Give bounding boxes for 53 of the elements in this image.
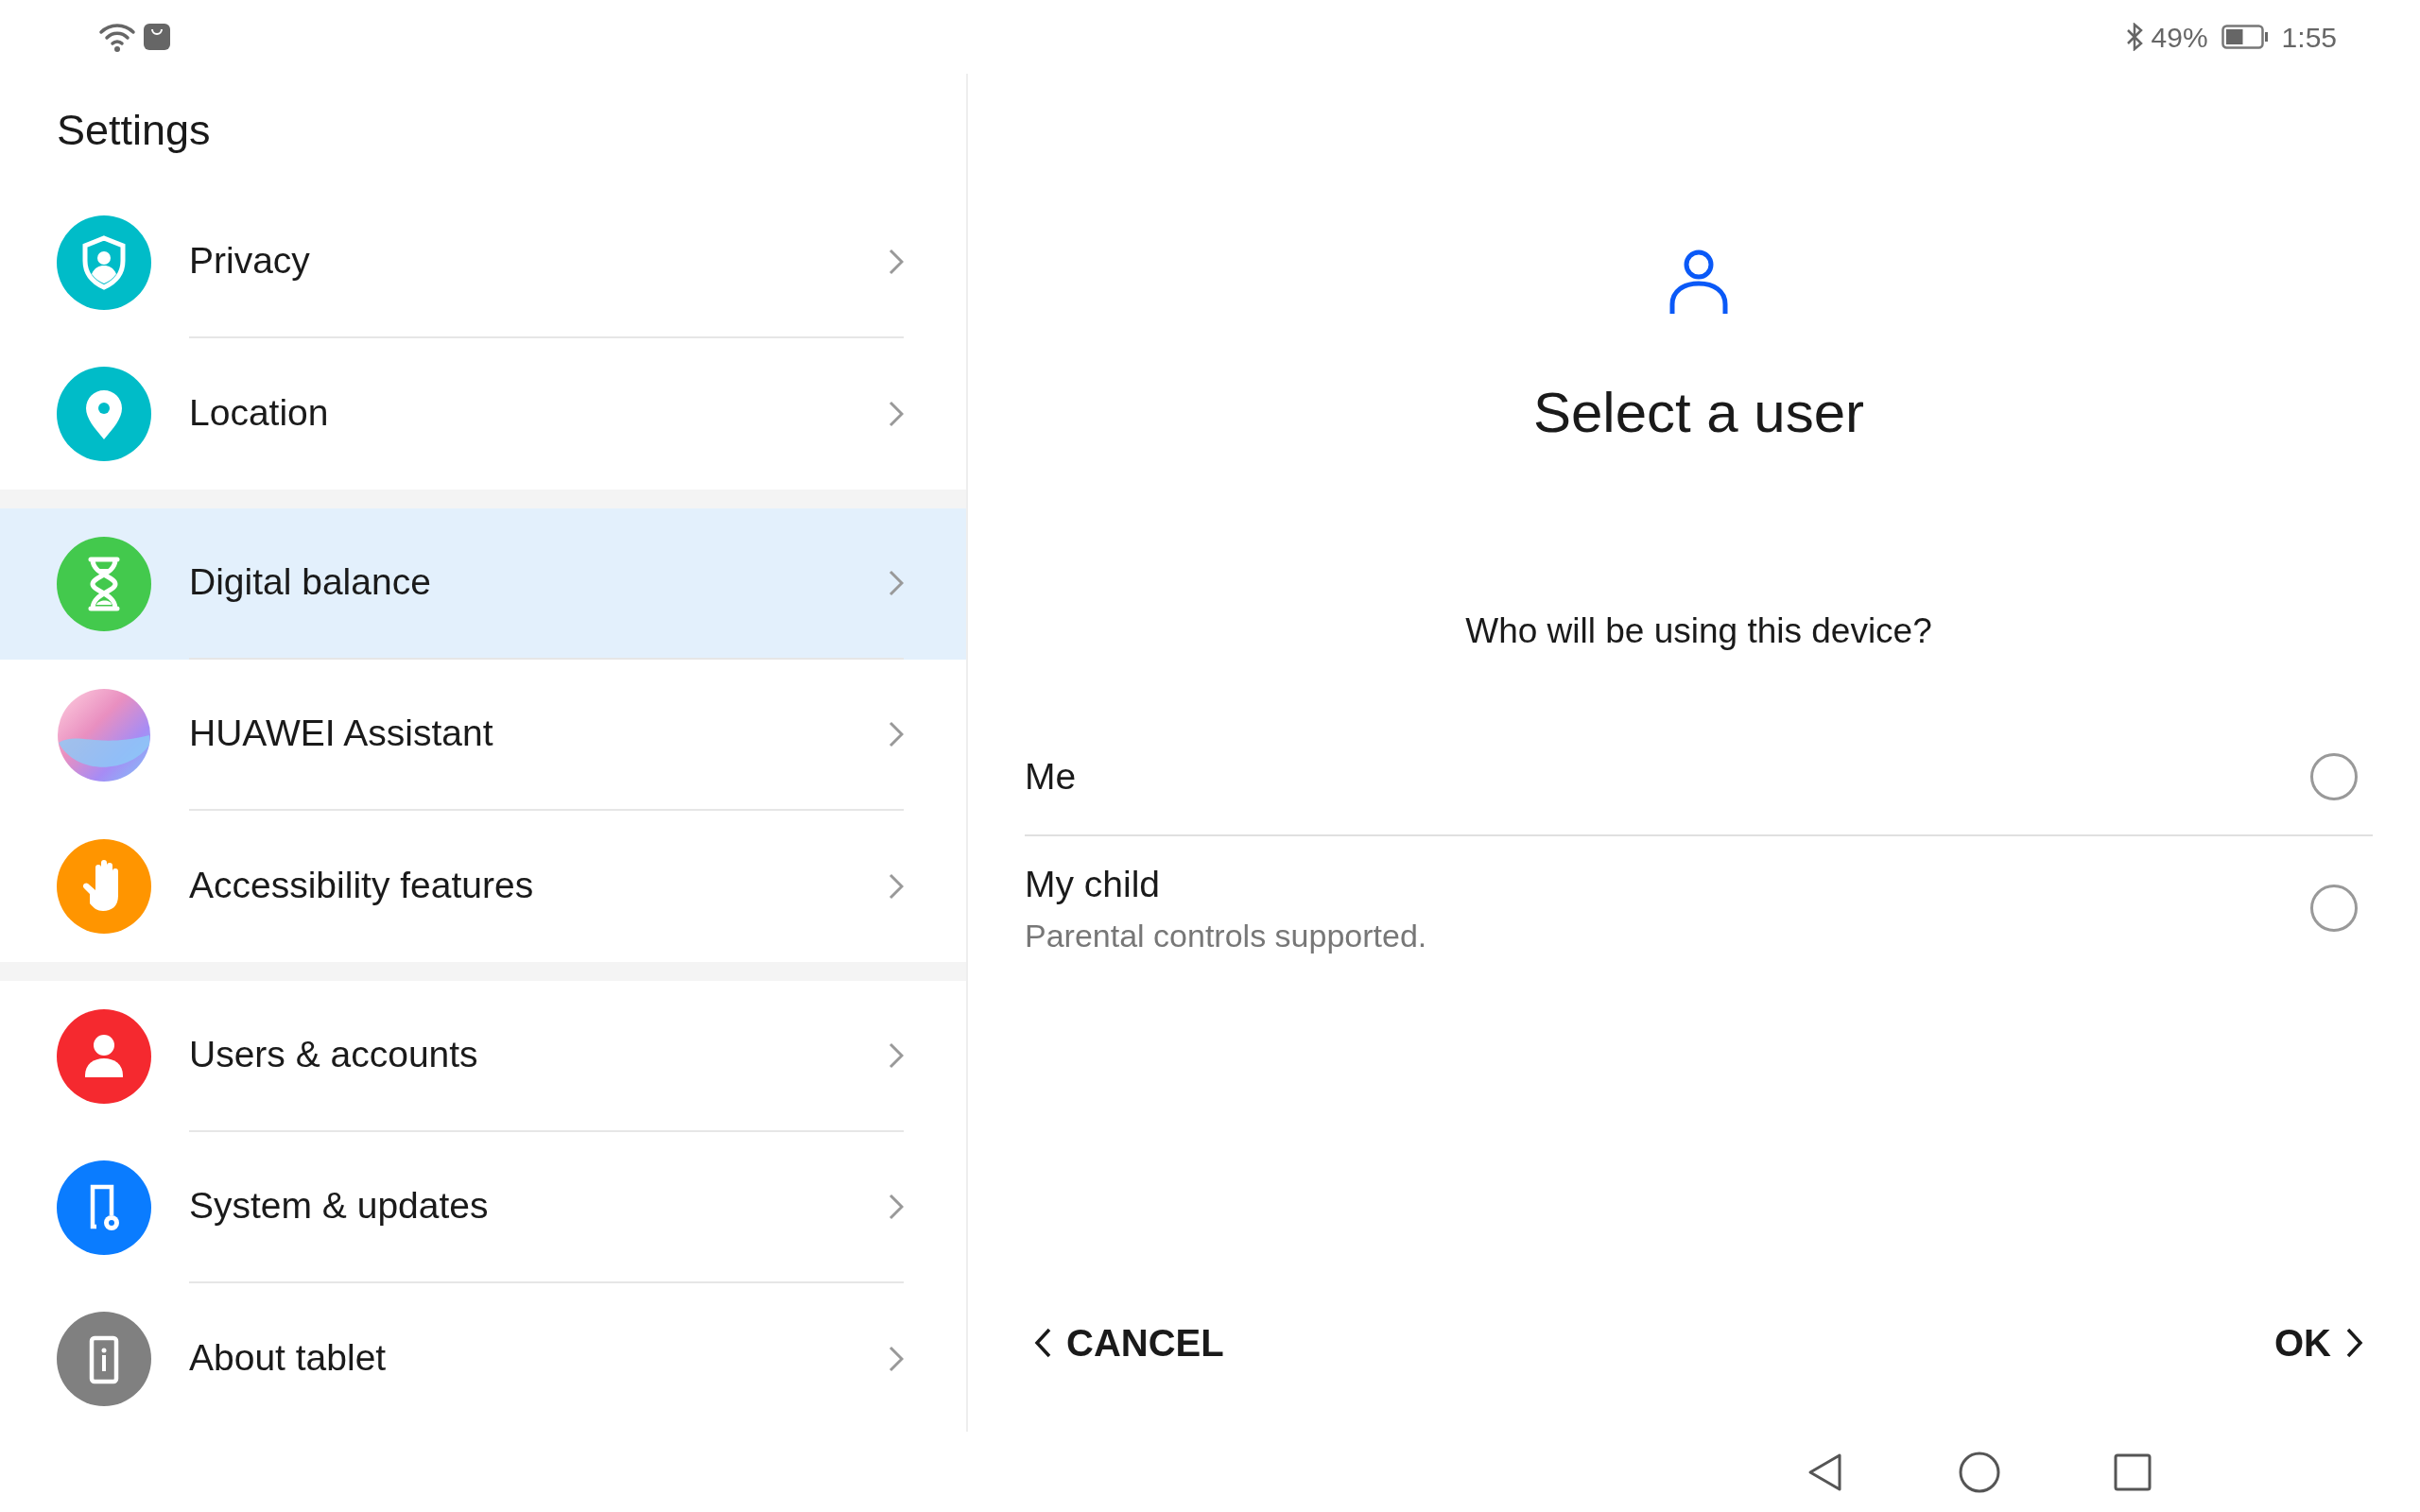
tablet-info-icon — [57, 1311, 151, 1406]
settings-item[interactable]: About tablet — [0, 1282, 966, 1435]
settings-item-label: Privacy — [189, 239, 310, 284]
settings-item[interactable]: Privacy — [0, 186, 966, 338]
clock-time: 1:55 — [2281, 20, 2337, 55]
settings-item[interactable]: System & updates — [0, 1131, 966, 1283]
settings-item-label: About tablet — [189, 1336, 387, 1381]
hourglass-icon — [57, 536, 151, 631]
battery-percent: 49% — [2151, 20, 2208, 55]
dialog-title: Select a user — [1531, 380, 1866, 446]
chevron-right-icon — [889, 1041, 904, 1069]
chevron-right-icon — [889, 872, 904, 900]
recents-nav-icon[interactable] — [2114, 1452, 2152, 1491]
chevron-right-icon — [889, 569, 904, 596]
settings-item[interactable]: Location — [0, 337, 966, 490]
question-text: Who will be using this device? — [1464, 610, 1933, 652]
person-icon — [57, 1008, 151, 1104]
chevron-left-icon — [1034, 1328, 1051, 1358]
shopping-bag-icon — [144, 24, 170, 50]
cancel-button[interactable]: CANCEL — [1025, 1307, 1234, 1379]
option-description: Parental controls supported. — [1025, 917, 1427, 955]
settings-item-label: Location — [189, 391, 329, 436]
settings-item-label: System & updates — [189, 1184, 489, 1228]
hand-icon — [57, 838, 151, 934]
user-icon — [1668, 248, 1729, 316]
settings-item-label: Digital balance — [189, 560, 431, 605]
settings-item-label: HUAWEI Assistant — [189, 712, 493, 756]
option-label: Me — [1025, 754, 1077, 799]
chevron-right-icon — [2346, 1328, 2363, 1358]
chevron-right-icon — [889, 1345, 904, 1372]
settings-item[interactable]: Digital balance — [0, 507, 966, 660]
settings-item-label: Accessibility features — [189, 864, 534, 908]
radio-button[interactable] — [2310, 885, 2358, 933]
wifi-icon — [98, 21, 136, 53]
assistant-orb-icon — [57, 687, 151, 782]
chevron-right-icon — [889, 400, 904, 427]
location-pin-icon — [57, 366, 151, 461]
chevron-right-icon — [889, 248, 904, 275]
radio-button[interactable] — [2310, 753, 2358, 800]
settings-item[interactable]: Accessibility features — [0, 810, 966, 962]
battery-icon — [2221, 25, 2269, 49]
settings-item[interactable]: Users & accounts — [0, 980, 966, 1132]
shield-icon — [57, 215, 151, 310]
chevron-right-icon — [889, 1193, 904, 1220]
home-nav-icon[interactable] — [1959, 1451, 2000, 1493]
option-label: My child — [1025, 862, 1162, 906]
settings-title: Settings — [56, 105, 212, 156]
ok-button[interactable]: OK — [2265, 1307, 2373, 1379]
bluetooth-icon — [2124, 23, 2144, 51]
settings-item[interactable]: HUAWEI Assistant — [0, 659, 966, 811]
settings-item-label: Users & accounts — [189, 1033, 478, 1077]
tablet-gear-icon — [57, 1160, 151, 1255]
chevron-right-icon — [889, 720, 904, 747]
